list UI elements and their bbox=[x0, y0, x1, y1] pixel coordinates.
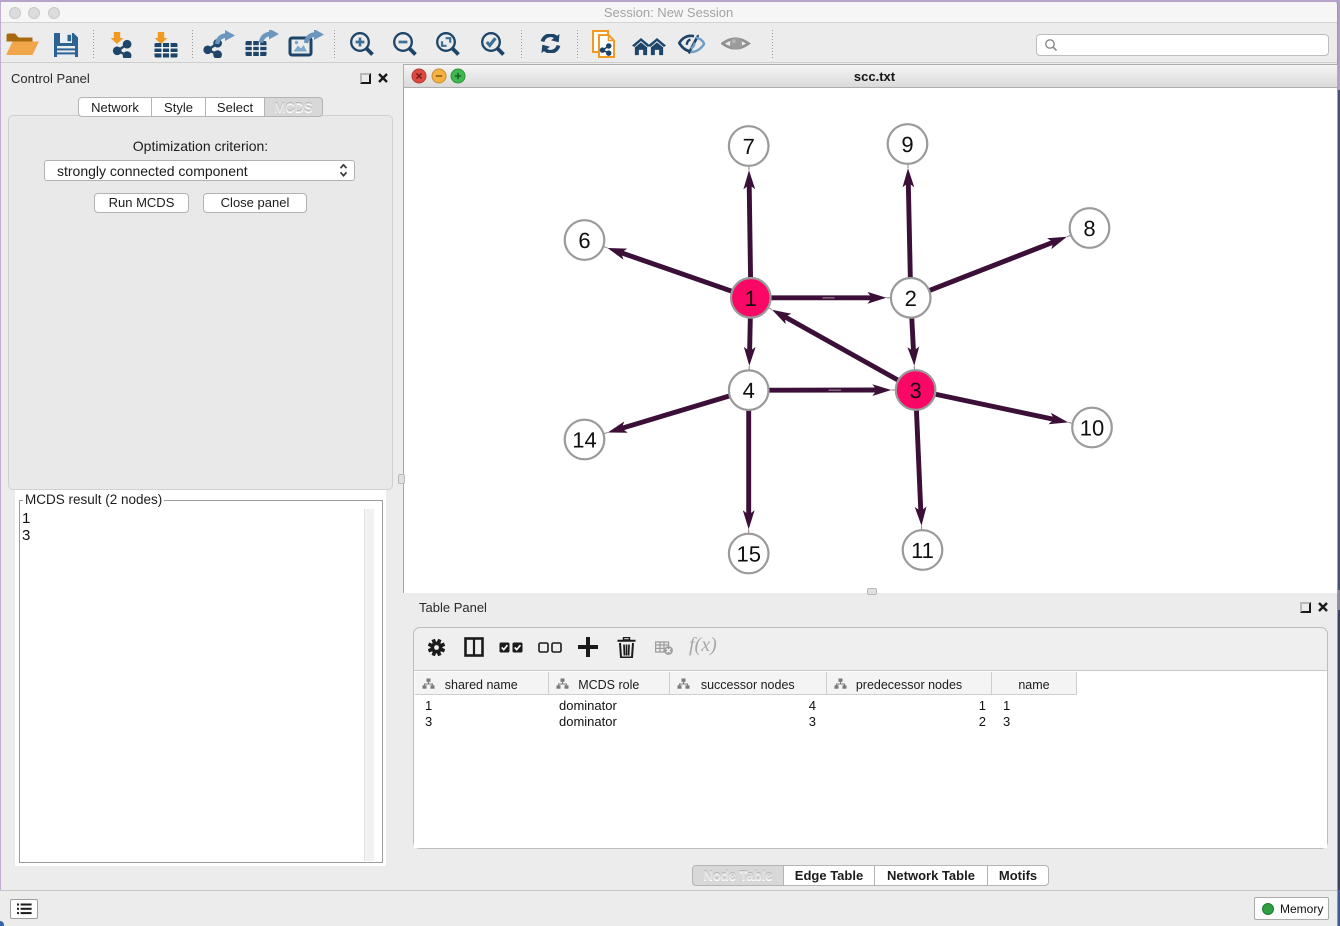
svg-text:7: 7 bbox=[743, 134, 755, 159]
svg-text:4: 4 bbox=[743, 378, 755, 403]
svg-text:2: 2 bbox=[905, 285, 917, 310]
svg-text:6: 6 bbox=[578, 228, 590, 253]
svg-text:15: 15 bbox=[736, 541, 760, 566]
svg-text:8: 8 bbox=[1083, 216, 1095, 241]
svg-text:3: 3 bbox=[909, 378, 921, 403]
svg-text:14: 14 bbox=[572, 427, 596, 452]
svg-text:1: 1 bbox=[745, 285, 757, 310]
svg-text:9: 9 bbox=[901, 132, 913, 157]
svg-text:11: 11 bbox=[911, 538, 934, 563]
svg-text:10: 10 bbox=[1080, 415, 1104, 440]
